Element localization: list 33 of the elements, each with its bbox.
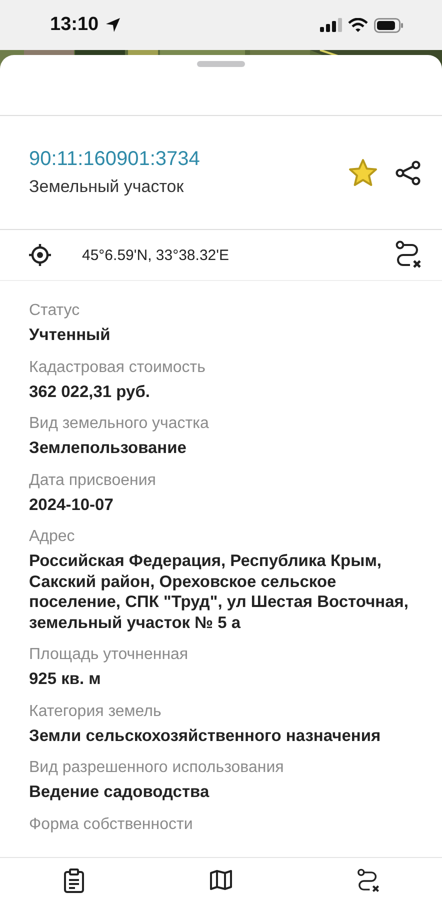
field-label: Статус xyxy=(29,301,81,321)
share-icon[interactable] xyxy=(394,158,422,186)
wifi-icon xyxy=(348,18,368,32)
object-type: Земельный участок xyxy=(29,177,185,197)
field-value: Российская Федерация, Республика Крым, Сакский район, Ореховское сельское поселение, СПК "Труд", ул Шестая Восточная, земельный участок № 5 а xyxy=(29,551,410,633)
coordinates: 45°6.59'N, 33°38.32'E xyxy=(82,246,230,264)
field-value: Земли сельскохозяйственного назначения xyxy=(29,726,382,746)
battery-icon xyxy=(374,18,404,32)
cadastral-number: 90:11:160901:3734 xyxy=(29,148,201,171)
location-arrow-icon xyxy=(104,17,121,33)
star-icon[interactable] xyxy=(348,158,378,188)
field-label: Категория земель xyxy=(29,702,162,722)
field-value: Ведение садоводства xyxy=(29,782,210,802)
clipboard-icon[interactable] xyxy=(62,868,86,894)
signal-icon xyxy=(320,18,342,32)
field-label: Форма собственности xyxy=(29,814,194,834)
field-value: 925 кв. м xyxy=(29,669,102,690)
field-value: 362 022,31 руб. xyxy=(29,382,151,402)
field-label: Площадь уточненная xyxy=(29,645,190,665)
map-icon[interactable] xyxy=(208,868,233,892)
field-label: Адрес xyxy=(29,527,76,547)
field-label: Вид земельного участка xyxy=(29,414,210,434)
field-label: Дата присвоения xyxy=(29,470,157,490)
drag-handle[interactable] xyxy=(197,61,245,67)
field-value: Землепользование xyxy=(29,438,188,458)
target-icon[interactable] xyxy=(28,243,52,267)
field-value: Учтенный xyxy=(29,325,112,346)
field-label: Вид разрешенного использования xyxy=(29,758,285,778)
route-off-icon[interactable] xyxy=(356,868,380,894)
field-label: Кадастровая стоимость xyxy=(29,358,206,378)
route-off-icon[interactable] xyxy=(394,240,422,270)
field-value: 2024-10-07 xyxy=(29,494,114,515)
status-time: 13:10 xyxy=(50,14,99,36)
